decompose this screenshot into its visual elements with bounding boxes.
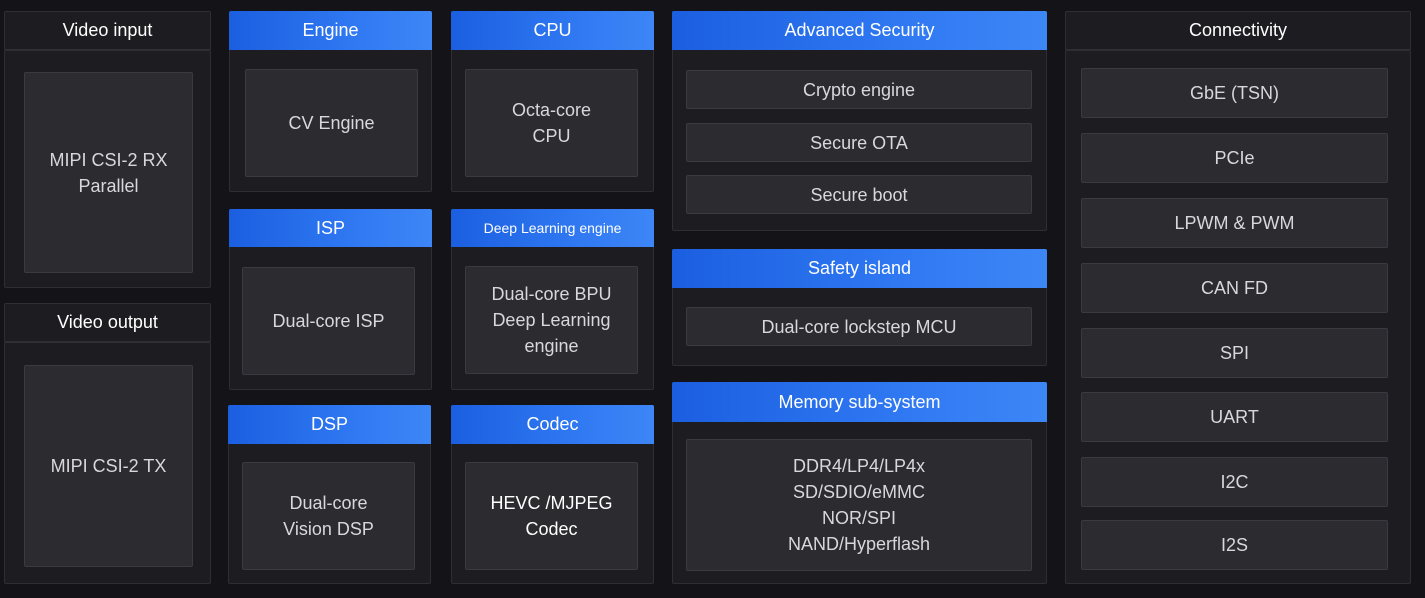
- dual-core-bpu-box: Dual-core BPU Deep Learning engine: [465, 266, 638, 374]
- isp-header: ISP: [229, 209, 432, 247]
- i2s-box: I2S: [1081, 520, 1388, 570]
- mipi-csi2-rx-box: MIPI CSI-2 RX Parallel: [24, 72, 193, 273]
- soc-block-diagram: Video input MIPI CSI-2 RX Parallel Video…: [0, 0, 1425, 598]
- advanced-security-header: Advanced Security: [672, 11, 1047, 50]
- video-input-header: Video input: [4, 11, 211, 50]
- secure-ota-box: Secure OTA: [686, 123, 1032, 162]
- hevc-mjpeg-codec-box: HEVC /MJPEG Codec: [465, 462, 638, 570]
- octa-core-cpu-box: Octa-core CPU: [465, 69, 638, 177]
- lockstep-mcu-box: Dual-core lockstep MCU: [686, 307, 1032, 346]
- engine-header: Engine: [229, 11, 432, 50]
- lpwm-pwm-box: LPWM & PWM: [1081, 198, 1388, 248]
- memory-subsystem-header: Memory sub-system: [672, 382, 1047, 422]
- spi-box: SPI: [1081, 328, 1388, 378]
- cv-engine-box: CV Engine: [245, 69, 418, 177]
- gbe-tsn-box: GbE (TSN): [1081, 68, 1388, 118]
- dual-core-isp-box: Dual-core ISP: [242, 267, 415, 375]
- dual-core-vision-dsp-box: Dual-core Vision DSP: [242, 462, 415, 570]
- crypto-engine-box: Crypto engine: [686, 70, 1032, 109]
- mipi-csi2-tx-box: MIPI CSI-2 TX: [24, 365, 193, 567]
- connectivity-header: Connectivity: [1065, 11, 1411, 50]
- secure-boot-box: Secure boot: [686, 175, 1032, 214]
- memory-types-box: DDR4/LP4/LP4x SD/SDIO/eMMC NOR/SPI NAND/…: [686, 439, 1032, 571]
- dsp-header: DSP: [228, 405, 431, 444]
- cpu-header: CPU: [451, 11, 654, 50]
- uart-box: UART: [1081, 392, 1388, 442]
- safety-island-header: Safety island: [672, 249, 1047, 288]
- deep-learning-header: Deep Learning engine: [451, 209, 654, 247]
- pcie-box: PCIe: [1081, 133, 1388, 183]
- codec-header: Codec: [451, 405, 654, 444]
- can-fd-box: CAN FD: [1081, 263, 1388, 313]
- i2c-box: I2C: [1081, 457, 1388, 507]
- video-output-header: Video output: [4, 303, 211, 342]
